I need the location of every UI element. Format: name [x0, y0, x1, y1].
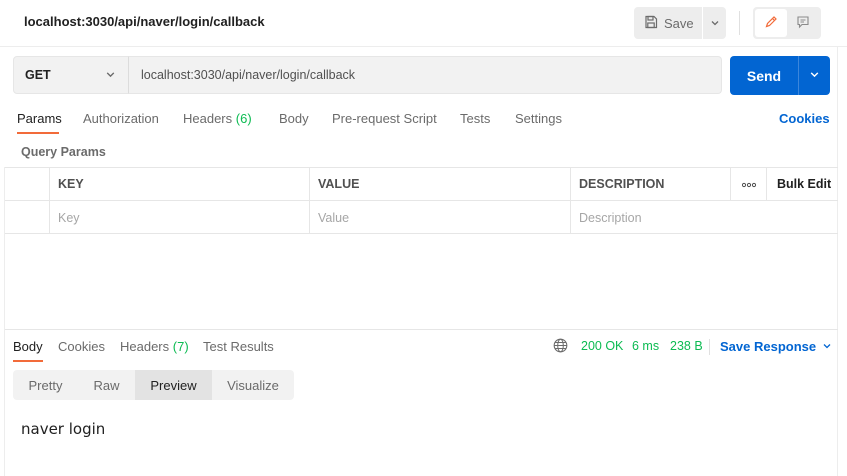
save-label: Save: [664, 15, 694, 31]
chevron-down-icon: [822, 339, 832, 354]
tab-headers[interactable]: Headers (6): [183, 111, 252, 126]
response-headers-label: Headers: [120, 339, 170, 354]
save-response-button[interactable]: Save Response: [720, 339, 832, 354]
more-icon: [741, 177, 756, 191]
method-label: GET: [25, 68, 51, 82]
mode-toggle: [753, 7, 821, 39]
response-tab-cookies[interactable]: Cookies: [58, 339, 105, 354]
headers-count: (6): [235, 111, 252, 126]
tab-settings[interactable]: Settings: [515, 111, 562, 126]
response-tab-test-results[interactable]: Test Results: [203, 339, 274, 354]
query-params-heading: Query Params: [21, 145, 106, 159]
column-options-button[interactable]: [730, 168, 766, 200]
description-input[interactable]: Description: [570, 201, 838, 234]
table-row: Key Value Description: [5, 201, 838, 234]
send-options-button[interactable]: [798, 56, 830, 95]
url-input[interactable]: localhost:3030/api/naver/login/callback: [128, 56, 722, 94]
view-raw[interactable]: Raw: [78, 370, 135, 400]
view-pretty[interactable]: Pretty: [13, 370, 78, 400]
method-select[interactable]: GET: [13, 56, 129, 94]
send-button[interactable]: Send: [730, 56, 798, 95]
status-code[interactable]: 200 OK: [581, 339, 623, 353]
chevron-down-icon: [105, 68, 116, 83]
key-input[interactable]: Key: [49, 201, 309, 234]
comment-icon: [796, 15, 810, 32]
tab-headers-label: Headers: [183, 111, 233, 126]
response-view-toggle: Pretty Raw Preview Visualize: [13, 370, 294, 400]
view-preview[interactable]: Preview: [135, 370, 212, 400]
tab-tests[interactable]: Tests: [460, 111, 490, 126]
chevron-down-icon: [809, 68, 820, 83]
response-time[interactable]: 6 ms: [632, 339, 659, 353]
tab-params[interactable]: Params: [17, 111, 62, 126]
column-value: VALUE: [309, 168, 570, 200]
tab-body[interactable]: Body: [279, 111, 309, 126]
panel-border: [837, 47, 838, 476]
column-description: DESCRIPTION: [570, 168, 730, 200]
save-options-button[interactable]: [702, 7, 726, 39]
response-preview-text: naver login: [21, 420, 106, 438]
query-params-table: KEY VALUE DESCRIPTION Bulk Edit Key Valu…: [5, 167, 838, 234]
save-button[interactable]: Save: [634, 7, 702, 39]
request-title[interactable]: localhost:3030/api/naver/login/callback: [24, 14, 265, 29]
response-size[interactable]: 238 B: [670, 339, 703, 353]
tab-authorization[interactable]: Authorization: [83, 111, 159, 126]
bulk-edit-button[interactable]: Bulk Edit: [766, 168, 838, 200]
send-button-group: Send: [730, 56, 830, 95]
comments-mode-button[interactable]: [787, 9, 819, 37]
save-icon: [644, 15, 658, 32]
save-button-group: Save: [634, 7, 726, 39]
view-visualize[interactable]: Visualize: [212, 370, 294, 400]
tab-pre-request-script[interactable]: Pre-request Script: [332, 111, 437, 126]
response-tab-body[interactable]: Body: [13, 339, 43, 354]
header-divider: [0, 46, 847, 47]
globe-icon[interactable]: [553, 338, 568, 356]
column-key: KEY: [49, 168, 309, 200]
save-response-label: Save Response: [720, 339, 817, 354]
response-tab-headers[interactable]: Headers (7): [120, 339, 189, 354]
cookies-link[interactable]: Cookies: [779, 111, 830, 126]
pencil-icon: [764, 15, 778, 32]
chevron-down-icon: [710, 16, 720, 31]
status-divider: [709, 339, 710, 355]
pane-resize-handle[interactable]: [5, 329, 838, 330]
value-input[interactable]: Value: [309, 201, 570, 234]
active-tab-indicator: [13, 360, 43, 362]
response-headers-count: (7): [172, 339, 189, 354]
edit-mode-button[interactable]: [755, 9, 787, 37]
toolbar-divider: [739, 11, 740, 35]
table-header-row: KEY VALUE DESCRIPTION Bulk Edit: [5, 168, 838, 201]
active-tab-indicator: [17, 132, 59, 134]
